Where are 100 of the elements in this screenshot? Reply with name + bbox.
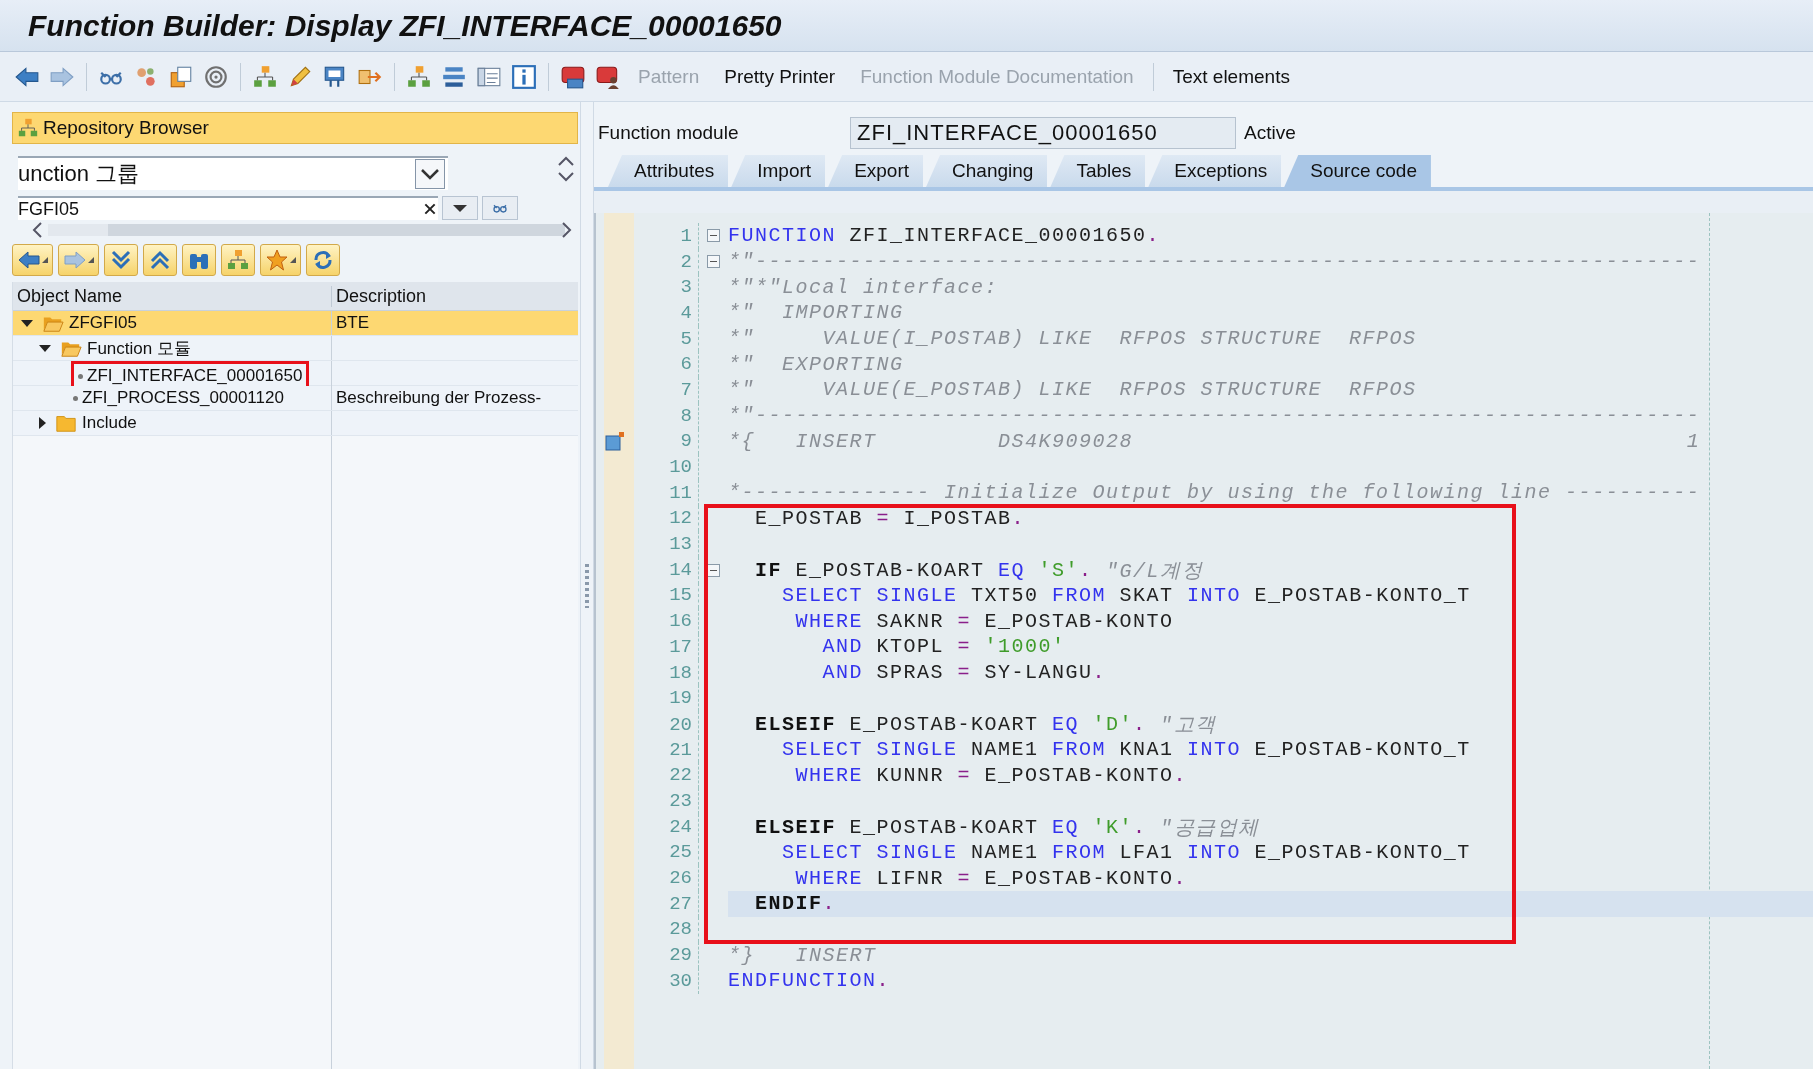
expanded-triangle-icon[interactable] <box>39 344 51 352</box>
scrollbar-thumb[interactable] <box>108 224 566 236</box>
caret-icon <box>88 257 94 263</box>
code-line: ELSEIF E_POSTAB-KOART EQ 'K'. "공급업체 <box>754 814 1261 841</box>
code-line: *" VALUE(I_POSTAB) LIKE RFPOS STRUCTURE RFPOS <box>728 326 1418 352</box>
code-line: SELECT SINGLE TXT50 FROM SKAT INTO E_POSTAB-KONTO_T <box>781 582 1472 609</box>
code-line: *} INSERT <box>728 942 878 968</box>
tab[interactable]: Tables <box>1050 155 1146 187</box>
code-line: WHERE KUNNR = E_POSTAB-KONTO. <box>794 762 1189 789</box>
tab[interactable]: Import <box>731 155 826 187</box>
pencil-icon[interactable] <box>287 63 313 90</box>
bookmark-icon[interactable] <box>605 431 625 452</box>
line-number: 2 <box>679 250 692 273</box>
code-line: AND KTOPL = '1000' <box>821 634 1067 660</box>
line-number: 3 <box>679 276 692 299</box>
caret-icon <box>290 257 296 263</box>
tree-label: ZFI_PROCESS_00001120 <box>82 388 284 408</box>
chevron-up-icon[interactable] <box>558 156 574 166</box>
tab[interactable]: Attributes <box>608 155 729 187</box>
tree-description: BTE <box>336 313 370 333</box>
line-number: 6 <box>679 353 692 376</box>
line-number: 14 <box>668 559 692 582</box>
tree-row[interactable]: Include <box>13 411 578 436</box>
tab[interactable]: Export <box>828 155 924 187</box>
toolbar-button[interactable] <box>12 244 53 276</box>
tab[interactable]: Changing <box>926 155 1048 187</box>
splitter-handle[interactable] <box>585 563 589 608</box>
object-name-field[interactable]: FGFI05 <box>18 196 438 220</box>
tree-label: Include <box>82 413 137 433</box>
hierarchy-icon <box>226 248 250 272</box>
toolbar-button[interactable] <box>182 244 216 276</box>
line-number: 30 <box>668 969 692 992</box>
code-line: *{ INSERT DS4K909028 1 <box>728 428 1702 455</box>
dropdown-button[interactable] <box>442 196 478 220</box>
line-number: 27 <box>668 892 692 915</box>
collapse-all-icon <box>148 248 172 272</box>
code-line: WHERE SAKNR = E_POSTAB-KONTO <box>794 608 1175 634</box>
toolbar-button[interactable] <box>221 244 255 276</box>
close-icon[interactable] <box>422 201 438 217</box>
code-line: *" IMPORTING <box>728 300 905 326</box>
toolbar-button[interactable] <box>104 244 138 276</box>
collapse-icon[interactable] <box>707 255 720 269</box>
object-type-dropdown[interactable]: unction 그룹 <box>18 156 448 190</box>
code-line: ELSEIF E_POSTAB-KOART EQ 'D'. "고객 <box>754 712 1218 739</box>
expand-all-icon <box>109 248 133 272</box>
info-icon[interactable] <box>511 63 537 90</box>
line-number: 23 <box>668 789 692 812</box>
line-number: 17 <box>668 635 692 658</box>
caret-icon <box>42 257 48 263</box>
forward-arrow-icon <box>63 248 87 272</box>
code-line: AND SPRAS = SY-LANGU. <box>821 660 1108 686</box>
tree-row[interactable]: ZFI_INTERFACE_00001650 <box>13 361 578 386</box>
chevron-down-icon[interactable] <box>420 168 440 180</box>
tree-label: ZFGFI05 <box>69 313 137 333</box>
window-title: Function Builder: Display ZFI_INTERFACE_00001650 <box>28 8 782 43</box>
line-number: 7 <box>679 378 692 401</box>
display-button[interactable] <box>482 196 518 220</box>
column-header[interactable]: Description <box>331 285 578 307</box>
line-number: 9 <box>679 430 692 453</box>
tree-label: ZFI_INTERFACE_00001650 <box>87 366 303 386</box>
bullet-icon <box>78 373 83 379</box>
line-number: 12 <box>668 507 692 530</box>
tree-row[interactable]: Function 모듈 <box>13 336 578 361</box>
chevron-left-icon[interactable] <box>32 222 42 238</box>
tree-label: Function 모듈 <box>87 337 191 360</box>
hierarchy-icon <box>17 117 39 139</box>
toolbar-button[interactable]: Text elements <box>1164 61 1298 92</box>
code-line: *-------------- Initialize Output by using the following line ---------- <box>728 480 1702 506</box>
caret-icon <box>453 204 467 212</box>
toolbar-button[interactable] <box>260 244 301 276</box>
collapsed-triangle-icon[interactable] <box>39 417 46 429</box>
hierarchy-icon[interactable] <box>252 63 278 90</box>
target-icon[interactable] <box>203 63 229 90</box>
chevron-down-icon[interactable] <box>558 172 574 182</box>
line-number: 21 <box>668 738 692 761</box>
toolbar-button[interactable] <box>143 244 177 276</box>
code-line: *" VALUE(E_POSTAB) LIKE RFPOS STRUCTURE RFPOS <box>728 377 1418 403</box>
code-line: E_POSTAB = I_POSTAB. <box>754 505 1027 532</box>
code-line: SELECT SINGLE NAME1 FROM KNA1 INTO E_POSTAB-KONTO_T <box>781 737 1472 763</box>
line-number: 26 <box>668 867 692 890</box>
tab[interactable]: Source code <box>1284 155 1431 187</box>
code-line: SELECT SINGLE NAME1 FROM LFA1 INTO E_POSTAB-KONTO_T <box>781 839 1472 866</box>
expanded-triangle-icon[interactable] <box>21 319 33 327</box>
collapse-icon[interactable] <box>707 229 720 243</box>
hierarchy-icon[interactable] <box>406 63 432 90</box>
status-text: Active <box>1244 122 1296 144</box>
toolbar-button[interactable]: Pretty Printer <box>716 61 844 92</box>
line-number: 20 <box>668 713 692 736</box>
column-header[interactable]: Object Name <box>13 285 331 307</box>
star-icon <box>265 248 289 272</box>
function-module-field[interactable]: ZFI_INTERFACE_00001650 <box>850 117 1236 149</box>
tab[interactable]: Exceptions <box>1148 155 1282 187</box>
tree-row[interactable]: ZFI_PROCESS_00001120 Beschreibung der Prozess- <box>13 386 578 411</box>
chevron-right-icon[interactable] <box>562 222 572 238</box>
toolbar-button[interactable] <box>306 244 340 276</box>
line-number: 28 <box>668 918 692 941</box>
tree-row[interactable]: ZFGFI05 BTE <box>13 311 578 336</box>
bullet-icon <box>73 395 78 401</box>
line-number: 8 <box>679 404 692 427</box>
code-line: IF E_POSTAB-KOART EQ 'S'. "G/L계정 <box>754 557 1205 584</box>
